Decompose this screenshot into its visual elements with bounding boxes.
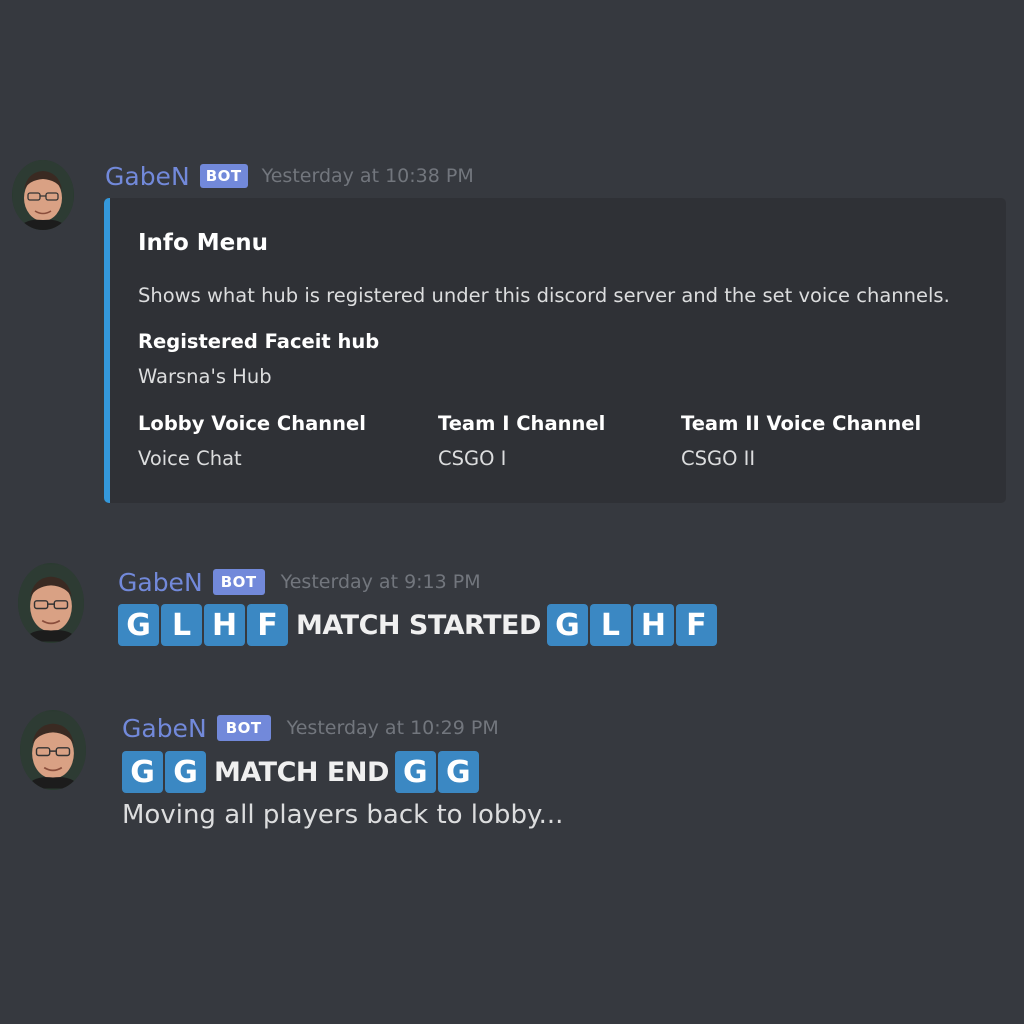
regional-indicator-l-icon: L [161,604,202,646]
field-name: Registered Faceit hub [138,330,380,353]
regional-indicator-f-icon: F [675,604,717,646]
timestamp[interactable]: Yesterday at 10:29 PM [287,717,499,739]
message-content: G G MATCH END G G [122,751,481,793]
regional-indicator-g-icon: G [437,751,479,793]
gabe-newell-avatar-icon [18,563,84,643]
embed-title: Info Menu [138,230,268,256]
message-header: GabeN BOT Yesterday at 10:29 PM [122,710,499,746]
message-subtext: Moving all players back to lobby... [122,800,564,830]
info-embed: Info Menu Shows what hub is registered u… [104,198,1006,503]
regional-indicator-h-icon: H [204,604,245,646]
regional-indicator-g-icon: G [122,751,163,793]
message-text: MATCH END [214,756,389,788]
message-text: MATCH STARTED [296,609,541,641]
field-value: Voice Chat [138,447,242,470]
regional-indicator-f-icon: F [247,604,288,646]
field-name: Team I Channel [438,412,606,435]
bot-badge: BOT [216,715,271,741]
bot-badge: BOT [212,569,265,595]
message-header: GabeN BOT Yesterday at 10:38 PM [105,158,474,194]
embed-field-team-two: Team II Voice Channel CSGO II [681,412,921,470]
embed-field-team-one: Team I Channel CSGO I [438,412,605,470]
embed-field-registered-hub: Registered Faceit hub Warsna's Hub [138,330,379,388]
message-header: GabeN BOT Yesterday at 9:13 PM [118,564,481,600]
regional-indicator-g-icon: G [546,604,588,646]
field-value: Warsna's Hub [138,365,272,388]
timestamp[interactable]: Yesterday at 9:13 PM [281,571,481,593]
field-name: Lobby Voice Channel [138,412,366,435]
gabe-newell-avatar-icon [20,710,86,790]
embed-field-lobby-voice: Lobby Voice Channel Voice Chat [138,412,366,470]
bot-badge: BOT [199,164,248,188]
regional-indicator-g-icon: G [118,604,159,646]
field-value: CSGO I [438,447,507,470]
regional-indicator-g-icon: G [394,751,436,793]
regional-indicator-l-icon: L [589,604,631,646]
regional-indicator-g-icon: G [165,751,206,793]
regional-indicator-h-icon: H [632,604,674,646]
field-name: Team II Voice Channel [681,412,922,435]
avatar[interactable] [18,563,84,643]
gabe-newell-avatar-icon [12,160,74,230]
avatar[interactable] [12,160,74,230]
timestamp[interactable]: Yesterday at 10:38 PM [262,165,474,187]
username[interactable]: GabeN [105,162,190,191]
field-value: CSGO II [681,447,756,470]
embed-description: Shows what hub is registered under this … [138,284,950,307]
message-content: G L H F MATCH STARTED G L H F [118,604,719,646]
avatar[interactable] [20,710,86,790]
username[interactable]: GabeN [118,568,203,597]
username[interactable]: GabeN [122,714,207,743]
